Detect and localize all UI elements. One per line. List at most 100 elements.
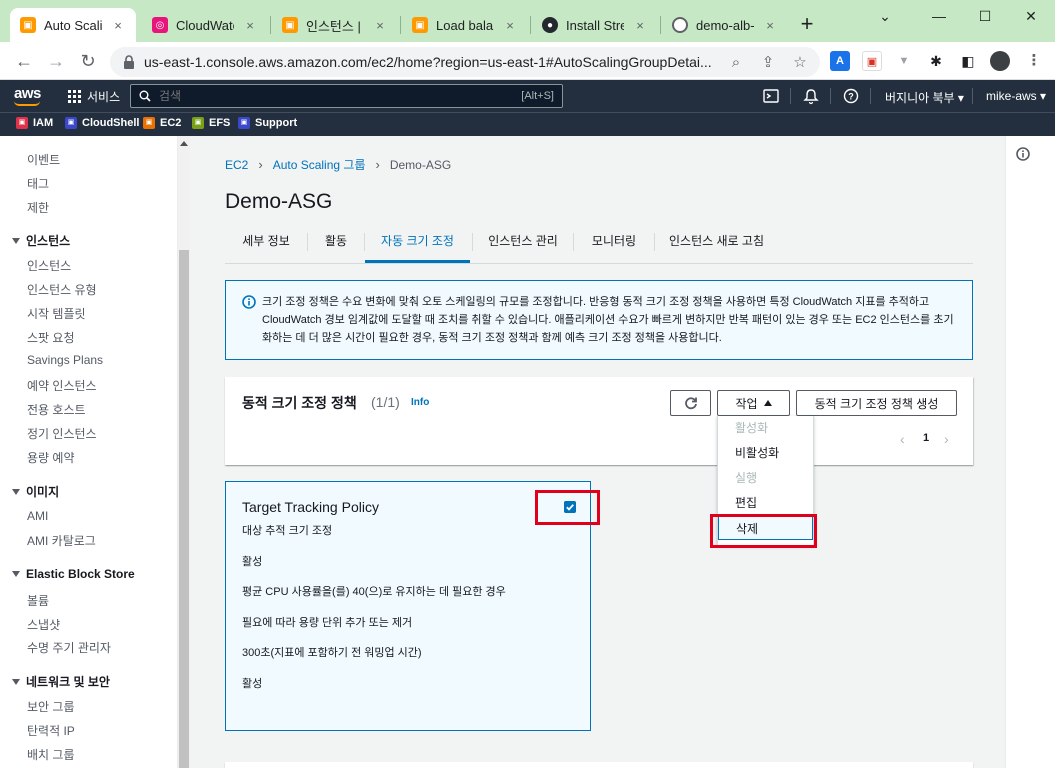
- notifications-bell-icon[interactable]: [802, 87, 820, 105]
- sidebar-item-limits[interactable]: 제한: [27, 199, 49, 216]
- pagination-current-page[interactable]: 1: [923, 432, 929, 444]
- vimium-extension-icon[interactable]: ▼: [894, 51, 914, 71]
- close-icon[interactable]: ×: [632, 18, 648, 33]
- favorite-iam[interactable]: ▣ IAM: [16, 117, 53, 129]
- sidebar-item-placement-groups[interactable]: 배치 그룹: [27, 746, 75, 763]
- sidebar-item-spot-requests[interactable]: 스팟 요청: [27, 329, 75, 346]
- sidebar-item-ami-catalog[interactable]: AMI 카탈로그: [27, 532, 96, 549]
- translate-extension-icon[interactable]: A: [830, 51, 850, 71]
- refresh-icon: [684, 397, 697, 410]
- menu-item-enable[interactable]: 활성화: [718, 416, 813, 440]
- breadcrumb-auto-scaling-groups[interactable]: Auto Scaling 그룹: [273, 156, 366, 173]
- aws-search-box[interactable]: [Alt+S]: [130, 84, 563, 108]
- services-menu[interactable]: 서비스: [68, 88, 120, 105]
- tab-automatic-scaling[interactable]: 자동 크기 조정: [365, 222, 470, 263]
- pagination-next-icon[interactable]: ›: [944, 431, 949, 447]
- sidebar-item-scheduled-instances[interactable]: 정기 인스턴스: [27, 425, 97, 442]
- sidebar-section-images[interactable]: 이미지: [12, 483, 59, 500]
- sidebar-section-network-security[interactable]: 네트워크 및 보안: [12, 673, 110, 690]
- profile-avatar[interactable]: [990, 51, 1010, 71]
- create-dynamic-scaling-policy-button[interactable]: 동적 크기 조정 정책 생성: [796, 390, 957, 416]
- sidebar: 이벤트 태그 제한 인스턴스 인스턴스 인스턴스 유형 시작 템플릿 스팟 요청…: [0, 136, 178, 768]
- refresh-button[interactable]: [670, 390, 711, 416]
- region-selector[interactable]: 버지니아 북부 ▾: [885, 89, 964, 106]
- share-icon[interactable]: ⇪: [758, 53, 778, 73]
- sidebar-item-security-groups[interactable]: 보안 그룹: [27, 698, 75, 715]
- browser-tab-demo-alb[interactable]: demo-alb-8 ×: [662, 8, 788, 42]
- search-input[interactable]: [159, 88, 479, 104]
- screenshot-extension-icon[interactable]: ▣: [862, 51, 882, 71]
- chrome-menu-icon[interactable]: ⋮: [1024, 51, 1044, 71]
- sidebar-item-elastic-ips[interactable]: 탄력적 IP: [27, 722, 75, 739]
- info-link[interactable]: Info: [411, 397, 429, 408]
- sidebar-item-instance-types[interactable]: 인스턴스 유형: [27, 281, 97, 298]
- breadcrumb-ec2[interactable]: EC2: [225, 158, 248, 172]
- sidebar-item-savings-plans[interactable]: Savings Plans: [27, 353, 103, 367]
- favorite-cloudshell[interactable]: ▣ CloudShell: [65, 117, 139, 129]
- sidebar-section-ebs[interactable]: Elastic Block Store: [12, 567, 135, 581]
- cloudshell-icon[interactable]: [762, 87, 780, 105]
- account-menu[interactable]: mike-aws ▾: [986, 89, 1046, 103]
- tab-title: demo-alb-8: [696, 17, 754, 33]
- sidebar-item-launch-templates[interactable]: 시작 템플릿: [27, 305, 86, 322]
- sidebar-item-instances[interactable]: 인스턴스: [27, 257, 71, 274]
- sidebar-scrollbar[interactable]: [178, 136, 190, 768]
- close-icon[interactable]: ×: [762, 18, 778, 33]
- favorite-ec2[interactable]: ▣ EC2: [143, 117, 181, 129]
- scrollbar-thumb[interactable]: [179, 250, 189, 768]
- address-bar[interactable]: us-east-1.console.aws.amazon.com/ec2/hom…: [110, 47, 820, 77]
- actions-button[interactable]: 작업: [717, 390, 790, 416]
- sidebar-item-volumes[interactable]: 볼륨: [27, 592, 49, 609]
- highlight-delete-annotation: [710, 514, 817, 548]
- extensions-puzzle-icon[interactable]: ✱: [926, 51, 946, 71]
- browser-tab-cloudwatch[interactable]: ◎ CloudWatch ×: [142, 8, 268, 42]
- browser-tab-load-balancer[interactable]: ▣ Load balanc ×: [402, 8, 528, 42]
- sidebar-item-tags[interactable]: 태그: [27, 175, 49, 192]
- favorite-efs[interactable]: ▣ EFS: [192, 117, 230, 129]
- tab-search-icon[interactable]: ⌄: [862, 4, 908, 28]
- reload-icon[interactable]: ↻: [76, 49, 100, 73]
- browser-tab-instances[interactable]: ▣ 인스턴스 | E ×: [272, 8, 398, 42]
- close-icon[interactable]: ×: [372, 18, 388, 33]
- minimize-icon[interactable]: —: [916, 4, 962, 28]
- help-icon[interactable]: ?: [842, 87, 860, 105]
- menu-item-edit[interactable]: 편집: [718, 491, 813, 515]
- zoom-icon[interactable]: ⌕: [726, 53, 746, 73]
- sidebar-item-dedicated-hosts[interactable]: 전용 호스트: [27, 401, 86, 418]
- scroll-up-icon[interactable]: [180, 141, 188, 146]
- browser-tab-install-stress[interactable]: ● Install Stres ×: [532, 8, 658, 42]
- sidebar-item-snapshots[interactable]: 스냅샷: [27, 616, 60, 633]
- tab-monitoring[interactable]: 모니터링: [574, 222, 654, 263]
- sidebar-section-instances[interactable]: 인스턴스: [12, 232, 70, 249]
- tab-details[interactable]: 세부 정보: [225, 222, 307, 263]
- browser-tab-auto-scaling[interactable]: ▣ Auto Scaling ×: [10, 8, 136, 42]
- services-grid-icon: [68, 90, 81, 103]
- tab-instance-management[interactable]: 인스턴스 관리: [473, 222, 573, 263]
- bookmark-star-icon[interactable]: ☆: [790, 53, 810, 73]
- maximize-icon[interactable]: ☐: [962, 4, 1008, 28]
- aws-logo[interactable]: aws: [14, 85, 41, 106]
- info-panel-toggle-icon[interactable]: [1016, 147, 1030, 161]
- back-arrow-icon[interactable]: ←: [12, 49, 36, 73]
- menu-item-disable[interactable]: 비활성화: [718, 441, 813, 465]
- sidebar-item-events[interactable]: 이벤트: [27, 151, 60, 168]
- favorite-support[interactable]: ▣ Support: [238, 117, 297, 129]
- search-icon: [139, 90, 151, 102]
- tab-activity[interactable]: 활동: [308, 222, 364, 263]
- close-icon[interactable]: ×: [502, 18, 518, 33]
- forward-arrow-icon[interactable]: →: [44, 49, 68, 73]
- tab-instance-refresh[interactable]: 인스턴스 새로 고침: [655, 222, 778, 263]
- sidebar-item-ami[interactable]: AMI: [27, 509, 48, 523]
- window-close-icon[interactable]: ✕: [1008, 4, 1054, 28]
- new-tab-icon[interactable]: +: [795, 13, 819, 37]
- sidebar-item-lifecycle-manager[interactable]: 수명 주기 관리자: [27, 639, 111, 656]
- policy-type: 대상 추적 크기 조정: [242, 525, 333, 537]
- close-icon[interactable]: ×: [110, 18, 126, 33]
- pagination-prev-icon[interactable]: ‹: [900, 431, 905, 447]
- sidebar-item-capacity-reservations[interactable]: 용량 예약: [27, 449, 75, 466]
- sidebar-item-reserved-instances[interactable]: 예약 인스턴스: [27, 377, 97, 394]
- close-icon[interactable]: ×: [242, 18, 258, 33]
- panel-title: 동적 크기 조정 정책: [242, 395, 357, 411]
- menu-item-execute[interactable]: 실행: [718, 466, 813, 490]
- side-panel-icon[interactable]: ◧: [958, 51, 978, 71]
